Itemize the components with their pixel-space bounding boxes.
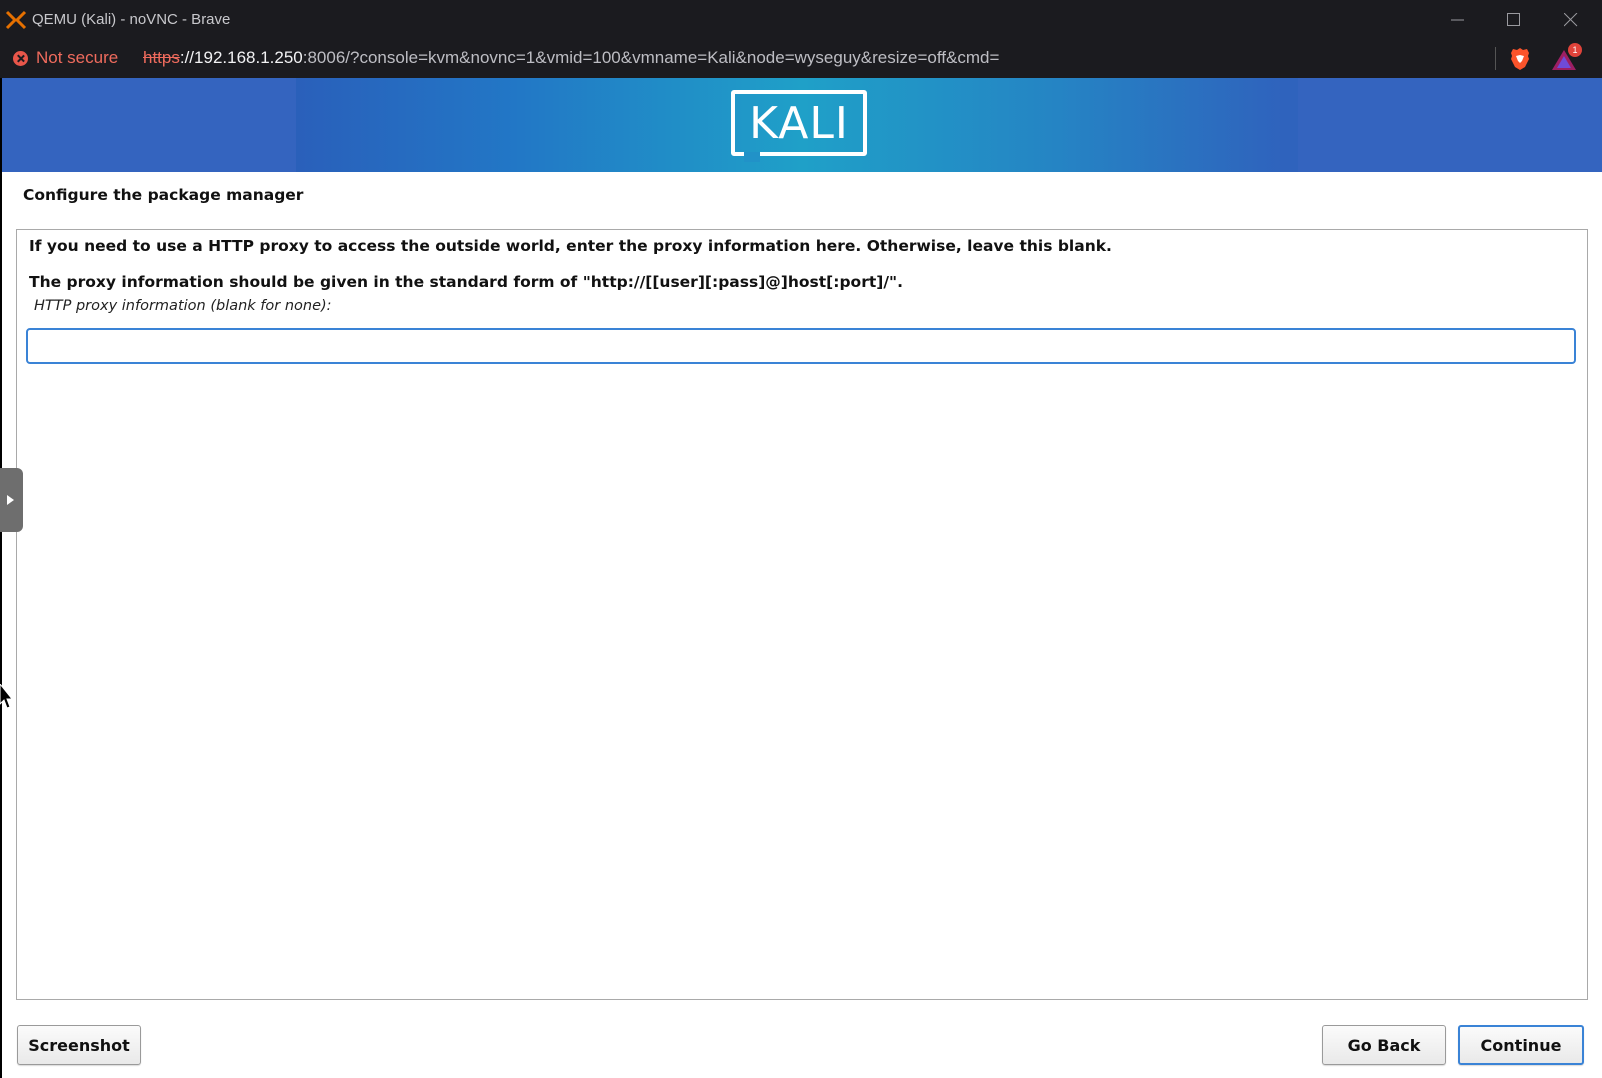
kali-logo-notch: [744, 152, 760, 162]
close-icon: [1564, 13, 1578, 27]
mouse-cursor-icon: [0, 684, 14, 709]
close-window-button[interactable]: [1551, 8, 1591, 32]
kali-banner: KALI: [2, 78, 1602, 172]
vnc-screen[interactable]: KALI Configure the package manager If yo…: [2, 78, 1602, 1078]
rewards-badge: 1: [1568, 43, 1582, 57]
novnc-control-bar-handle[interactable]: [0, 468, 23, 532]
proxy-input[interactable]: [26, 328, 1576, 364]
minimize-icon: [1451, 19, 1464, 21]
url-host: ://192.168.1.250: [179, 48, 303, 67]
go-back-button[interactable]: Go Back: [1322, 1025, 1446, 1065]
url-path: :8006/?console=kvm&novnc=1&vmid=100&vmna…: [302, 48, 1000, 67]
security-indicator[interactable]: Not secure: [36, 48, 118, 68]
installer-content-panel: If you need to use a HTTP proxy to acces…: [16, 229, 1588, 1000]
proxmox-icon: [5, 10, 27, 30]
minimize-button[interactable]: [1438, 8, 1478, 32]
address-bar[interactable]: Not secure https://192.168.1.250:8006/?c…: [0, 40, 1602, 78]
banner-left-panel: [2, 78, 296, 172]
continue-button[interactable]: Continue: [1458, 1025, 1584, 1065]
url-scheme: https: [143, 48, 180, 67]
browser-title-bar: QEMU (Kali) - noVNC - Brave: [0, 0, 1602, 40]
kali-logo: KALI: [731, 90, 867, 156]
proxy-format-hint: The proxy information should be given in…: [29, 273, 903, 291]
not-secure-icon[interactable]: [13, 51, 28, 66]
maximize-button[interactable]: [1494, 8, 1534, 32]
maximize-icon: [1507, 13, 1520, 26]
page-title: Configure the package manager: [23, 186, 304, 204]
proxy-description: If you need to use a HTTP proxy to acces…: [29, 237, 1112, 255]
window-title: QEMU (Kali) - noVNC - Brave: [32, 11, 231, 28]
brave-shields-icon[interactable]: [1509, 47, 1531, 71]
proxy-field-label: HTTP proxy information (blank for none):: [34, 298, 332, 314]
banner-right-panel: [1298, 78, 1602, 172]
toolbar-divider: [1495, 47, 1496, 70]
screenshot-button[interactable]: Screenshot: [17, 1025, 141, 1065]
url-text[interactable]: https://192.168.1.250:8006/?console=kvm&…: [143, 48, 999, 68]
